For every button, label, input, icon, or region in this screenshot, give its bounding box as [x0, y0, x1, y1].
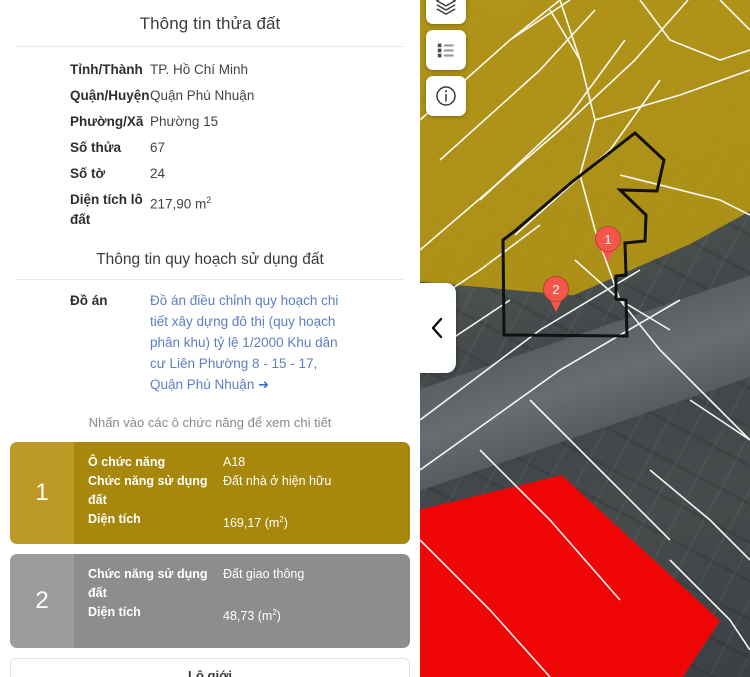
field-label: Quận/Huyện [70, 88, 150, 103]
area-unit-sup: 2 [206, 195, 212, 205]
info-icon [434, 84, 458, 108]
area-number: 217,90 m [150, 196, 207, 212]
function-card-1[interactable]: 1 Ô chức năng A18 Chức năng sử dụng đất … [10, 442, 410, 545]
card-area-number: 169,17 (m [223, 516, 280, 531]
card-line: Diện tích 169,17 (m2) [88, 510, 410, 533]
card-area-number: 48,73 (m [223, 609, 273, 624]
table-row: Số tờ 24 [0, 161, 420, 187]
card-body: Chức năng sử dụng đất Đất giao thông Diệ… [74, 554, 410, 649]
card-value: A18 [223, 455, 246, 469]
planning-document-link[interactable]: Đồ án điều chỉnh quy hoạch chi tiết xây … [150, 290, 340, 395]
table-row: Số thửa 67 [0, 135, 420, 161]
function-card-2[interactable]: 2 Chức năng sử dụng đất Đất giao thông D… [10, 554, 410, 649]
field-label: Tỉnh/Thành [70, 62, 143, 77]
card-key: Chức năng sử dụng đất [88, 474, 208, 507]
road-width-table: Lộ giới Nguyễn Văn Trỏi 30,00m [10, 658, 410, 677]
planning-link-text: Đồ án điều chỉnh quy hoạch chi tiết xây … [150, 293, 339, 392]
arrow-right-icon: ➜ [258, 377, 270, 392]
table-row: Diện tích lô đất 217,90 m2 [0, 187, 420, 233]
list-icon [435, 39, 457, 61]
map-view[interactable]: 1 2 [420, 0, 750, 677]
map-controls [426, 0, 466, 116]
field-value-area: 217,90 m2 [150, 190, 420, 215]
map-marker-2[interactable]: 2 [543, 276, 569, 312]
parcel-info-panel: Thông tin thửa đất Tỉnh/Thành TP. Hồ Chí… [0, 0, 420, 677]
card-line: Chức năng sử dụng đất Đất nhà ở hiện hữu [88, 472, 410, 510]
list-button[interactable] [426, 30, 466, 70]
table-row: Quận/Huyện Quận Phú Nhuận [0, 83, 420, 109]
field-value: Quận Phú Nhuận [150, 88, 255, 103]
planning-row: Đồ án Đồ án điều chỉnh quy hoạch chi tiế… [0, 280, 420, 399]
card-body: Ô chức năng A18 Chức năng sử dụng đất Đấ… [74, 442, 410, 545]
card-value: Đất giao thông [223, 567, 305, 582]
field-label: Diện tích lô đất [70, 192, 143, 227]
card-line: Chức năng sử dụng đất Đất giao thông [88, 565, 410, 603]
marker-label: 2 [552, 281, 560, 297]
page-title: Thông tin thửa đất [139, 14, 281, 33]
card-line: Diện tích 48,73 (m2) [88, 603, 410, 626]
card-area-suffix: ) [276, 609, 281, 624]
collapse-panel-button[interactable] [420, 283, 456, 373]
planning-label: Đồ án [70, 293, 108, 308]
card-index-badge: 2 [10, 554, 74, 649]
info-button[interactable] [426, 76, 466, 116]
card-key: Chức năng sử dụng đất [88, 567, 208, 601]
table-row: Phường/Xã Phường 15 [0, 109, 420, 135]
layers-icon [435, 0, 457, 15]
card-value: Đất nhà ở hiện hữu [223, 474, 332, 488]
app-root: Thông tin thửa đất Tỉnh/Thành TP. Hồ Chí… [0, 0, 750, 677]
card-value-area: 169,17 (m2) [223, 510, 410, 533]
field-value: TP. Hồ Chí Minh [150, 62, 249, 77]
card-key: Ô chức năng [88, 455, 166, 469]
card-area-suffix: ) [283, 516, 288, 531]
field-label: Số thửa [70, 140, 122, 155]
marker-label: 1 [604, 231, 612, 247]
field-label: Số tờ [70, 166, 106, 181]
parcel-fields-table: Tỉnh/Thành TP. Hồ Chí Minh Quận/Huyện Qu… [0, 47, 420, 239]
map-marker-1[interactable]: 1 [595, 226, 621, 262]
field-value: Phường 15 [150, 114, 219, 129]
field-label: Phường/Xã [70, 114, 144, 129]
card-key: Diện tích [88, 512, 141, 526]
table-row: Tỉnh/Thành TP. Hồ Chí Minh [0, 57, 420, 83]
card-line: Ô chức năng A18 [88, 453, 410, 472]
layers-button[interactable] [426, 0, 466, 24]
card-value-area: 48,73 (m2) [223, 603, 410, 626]
card-index-badge: 1 [10, 442, 74, 545]
marker-pin: 2 [543, 276, 569, 302]
card-key: Diện tích [88, 605, 141, 620]
parcel-boundary-lines [420, 0, 750, 677]
chevron-left-icon [429, 315, 447, 341]
field-value: 67 [150, 140, 166, 155]
planning-section-title: Thông tin quy hoạch sử dụng đất [96, 251, 324, 268]
table-header-lo-gioi: Lộ giới [11, 659, 409, 677]
field-value: 24 [150, 166, 166, 181]
tap-hint-text: Nhấn vào các ô chức năng để xem chi tiết [88, 415, 332, 430]
function-cards-list: 1 Ô chức năng A18 Chức năng sử dụng đất … [0, 442, 420, 649]
marker-pin: 1 [595, 226, 621, 252]
